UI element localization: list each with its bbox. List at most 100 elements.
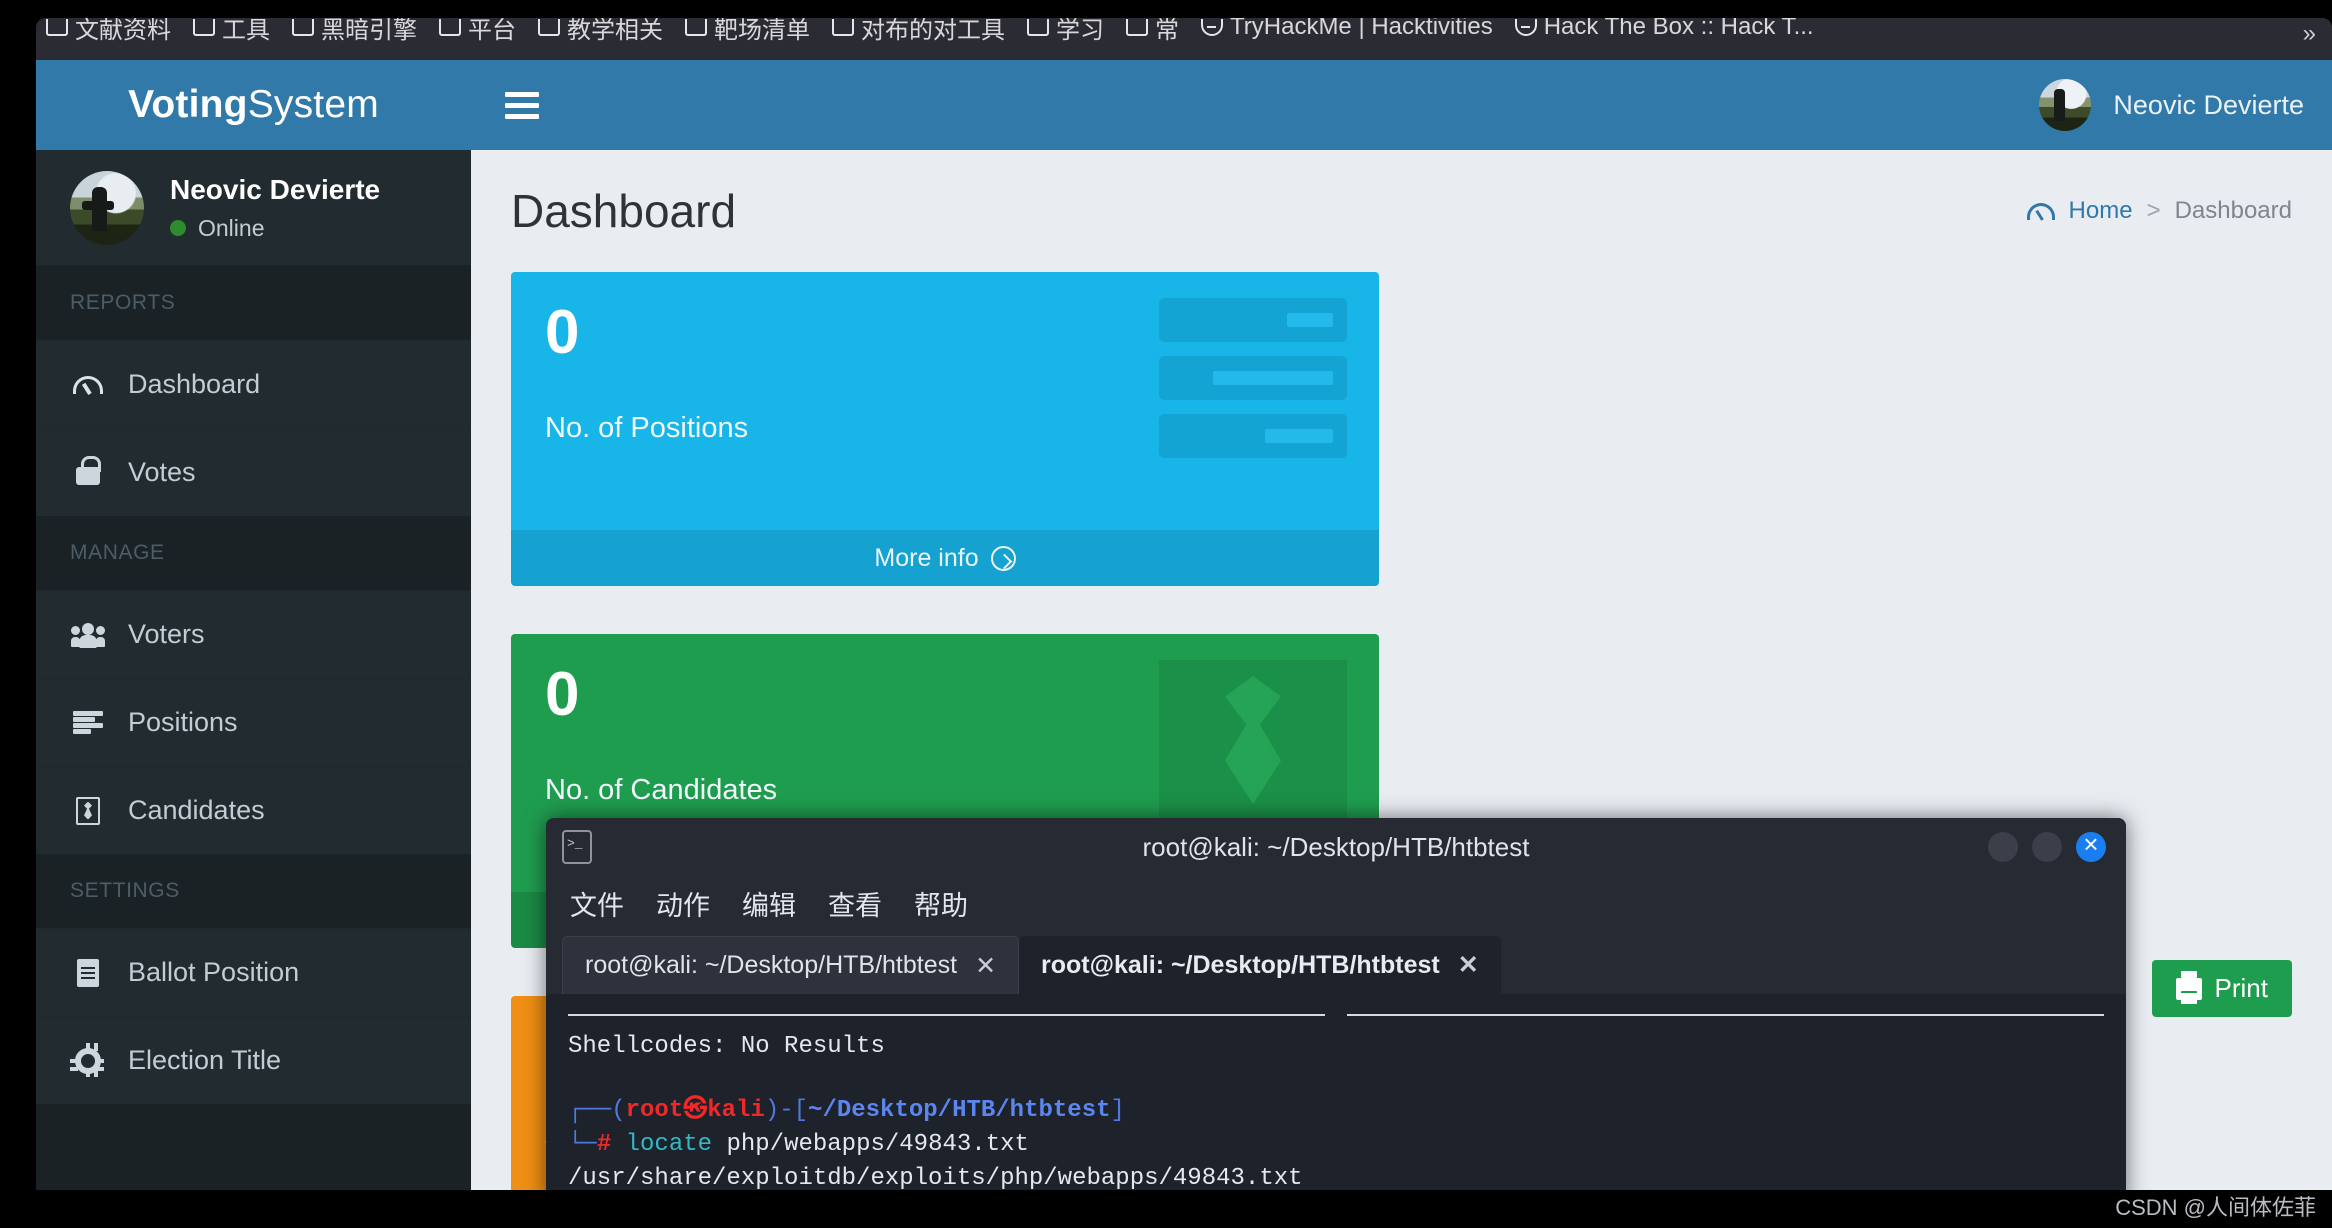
sidebar-item-voters[interactable]: Voters [36,590,471,678]
online-status-dot [170,220,186,236]
stat-card-more-info-link[interactable]: More info [511,530,1379,586]
menu-item-help[interactable]: 帮助 [914,884,968,923]
terminal-tab[interactable]: root@kali: ~/Desktop/HTB/htbtest ✕ [1019,936,1501,994]
menu-item-actions[interactable]: 动作 [656,884,710,923]
bookmark-item[interactable]: 对布的对工具 [832,18,1005,45]
document-icon [70,958,106,987]
terminal-window[interactable]: root@kali: ~/Desktop/HTB/htbtest 文件 动作 编… [546,818,2126,1190]
sidebar-item-ballot-position[interactable]: Ballot Position [36,928,471,1016]
terminal-result-line: /usr/share/exploitdb/exploits/php/webapp… [568,1165,1303,1190]
minimize-icon[interactable] [1988,832,2018,862]
bookmark-label: 平台 [468,18,516,44]
sidebar-item-dashboard[interactable]: Dashboard [36,340,471,428]
print-row: Print [2151,960,2292,1017]
terminal-divider [568,1014,2104,1016]
folder-icon [538,18,560,36]
prompt-host: kali [707,1097,765,1125]
close-icon[interactable]: ✕ [975,951,996,981]
print-button[interactable]: Print [2151,960,2292,1017]
sidebar-item-candidates[interactable]: Candidates [36,766,471,854]
lock-icon [70,455,106,485]
shield-icon [1201,18,1223,36]
bookmark-label: 教学相关 [567,18,663,44]
sidebar-item-positions[interactable]: Positions [36,678,471,766]
terminal-menubar: 文件 动作 编辑 查看 帮助 [546,876,2126,930]
terminal-output[interactable]: Shellcodes: No Results ┌──(root㉿kali)-[~… [546,994,2126,1190]
sidebar-item-label: Candidates [128,795,265,825]
bookmark-item[interactable]: 教学相关 [538,18,663,45]
online-status-label: Online [198,214,265,241]
bookmark-label: Hack The Box :: Hack T... [1543,18,1814,40]
folder-icon [685,18,707,36]
terminal-command-line: └─# locate php/webapps/49843.txt [568,1131,1029,1159]
content-header: Dashboard Home > Dashboard [511,184,2292,238]
bookmark-label: 靶场清单 [714,18,810,44]
bookmark-item[interactable]: 学习 [1027,18,1104,45]
terminal-titlebar[interactable]: root@kali: ~/Desktop/HTB/htbtest [546,818,2126,876]
breadcrumb-separator: > [2146,197,2161,224]
terminal-tab-label: root@kali: ~/Desktop/HTB/htbtest [585,951,958,979]
brand-logo[interactable]: Voting System [36,60,471,150]
topbar-user-menu[interactable]: Neovic Devierte [2039,79,2304,131]
gauge-icon [70,375,106,394]
menu-item-edit[interactable]: 编辑 [742,884,796,923]
stat-card-label: No. of Positions [545,412,749,444]
sidebar-item-label: Dashboard [128,369,261,399]
sidebar: Voting System Neovic Devierte Online REPO… [36,60,471,1190]
hamburger-icon[interactable] [505,91,539,119]
tie-icon [1159,660,1347,820]
list-alt-icon [1159,298,1347,458]
bookmark-item[interactable]: 文献资料 [46,18,171,45]
watermark: CSDN @人间体佐菲 [2115,1195,2316,1220]
terminal-icon [562,830,592,864]
bookmark-label: 文献资料 [75,18,171,44]
topbar-username: Neovic Devierte [2113,89,2304,120]
bookmark-label: 黑暗引擎 [321,18,417,44]
sidebar-item-election-title[interactable]: Election Title [36,1016,471,1104]
bookmark-item[interactable]: 平台 [439,18,516,45]
menu-item-file[interactable]: 文件 [570,884,624,923]
menu-item-view[interactable]: 查看 [828,884,882,923]
breadcrumb-home-link[interactable]: Home [2069,197,2133,225]
nav-section-header-manage: MANAGE [36,516,471,590]
breadcrumb: Home > Dashboard [2026,197,2292,225]
bookmarks-bar[interactable]: 文献资料 工具 黑暗引擎 平台 教学相关 靶场清单 对布的对工具 学习 常 Tr… [36,18,2332,60]
list-icon [70,710,106,735]
bookmark-item[interactable]: 靶场清单 [685,18,810,45]
shield-icon [1514,18,1537,36]
sidebar-item-label: Ballot Position [128,957,300,987]
terminal-prompt-line: ┌──(root㉿kali)-[~/Desktop/HTB/htbtest] [568,1097,1125,1125]
tie-icon [70,796,106,825]
maximize-icon[interactable] [2032,832,2062,862]
sidebar-item-label: Voters [128,619,205,649]
sidebar-user-status: Online [170,215,380,242]
terminal-line-shellcodes: Shellcodes: No Results [568,1033,885,1060]
terminal-tabs: root@kali: ~/Desktop/HTB/htbtest ✕ root@… [546,930,2126,994]
bookmark-item-hackthebox[interactable]: Hack The Box :: Hack T... [1514,18,1814,41]
close-icon[interactable] [2076,827,2106,862]
bookmark-item[interactable]: 工具 [193,18,270,45]
avatar [70,170,144,245]
users-icon [70,622,106,648]
avatar [2039,79,2092,131]
brand-bold: Voting [128,83,248,126]
bookmark-item[interactable]: 黑暗引擎 [292,18,417,45]
terminal-tab[interactable]: root@kali: ~/Desktop/HTB/htbtest ✕ [562,936,1020,994]
sidebar-item-votes[interactable]: Votes [36,428,471,516]
command-args: php/webapps/49843.txt [726,1131,1029,1159]
bookmark-item-tryhackme[interactable]: TryHackMe | Hacktivities [1201,18,1493,41]
stat-card-label: No. of Candidates [545,774,778,806]
folder-icon [46,18,68,36]
stat-card-positions: 0 No. of Positions More info [511,272,1379,586]
sidebar-user-panel[interactable]: Neovic Devierte Online [36,150,471,266]
nav-section-header-reports: REPORTS [36,266,471,340]
bookmarks-overflow-icon[interactable]: » [2303,20,2316,48]
prompt-user: root [625,1097,684,1125]
gear-icon [70,1042,106,1074]
folder-icon [1027,18,1049,36]
bookmark-item[interactable]: 常 [1126,18,1179,45]
close-icon[interactable]: ✕ [1458,950,1479,980]
topbar: Neovic Devierte [471,60,2332,150]
folder-icon [439,18,461,36]
terminal-title: root@kali: ~/Desktop/HTB/htbtest [1142,831,1530,862]
